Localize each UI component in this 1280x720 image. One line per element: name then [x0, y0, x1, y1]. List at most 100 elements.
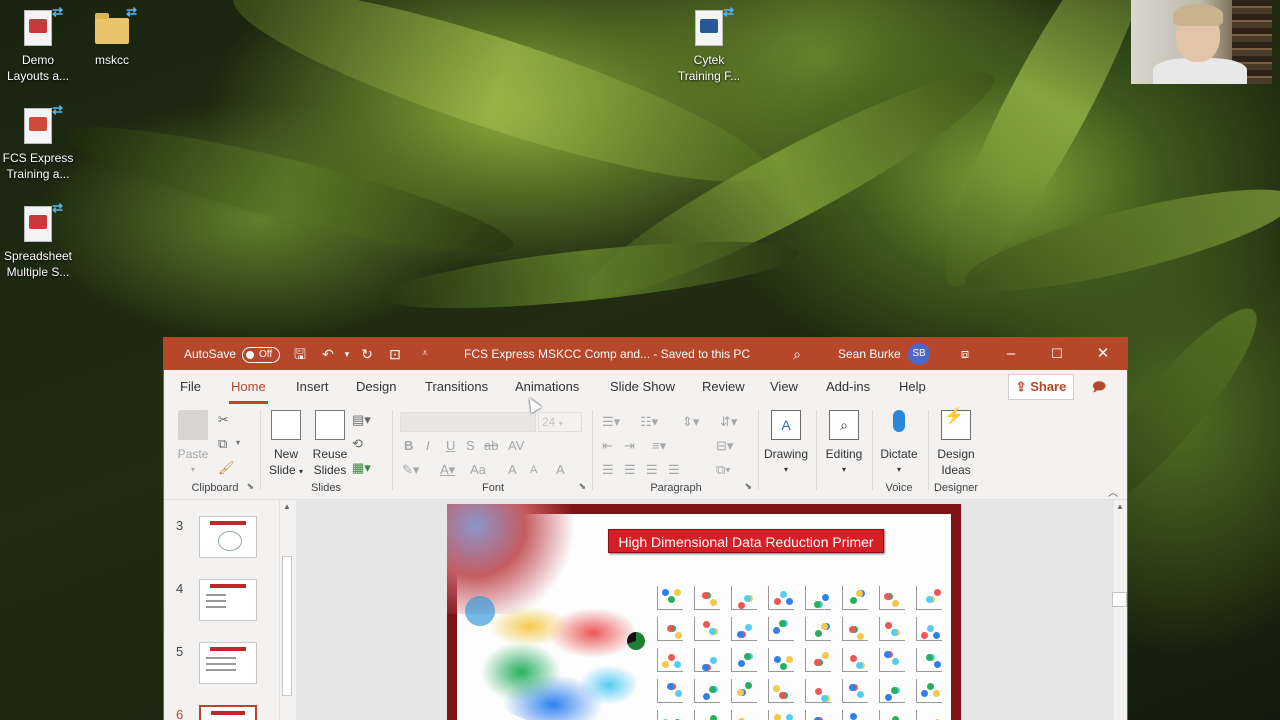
slide-thumbnail-pane: 3 4 5 6 ▲	[164, 500, 296, 720]
character-spacing-button[interactable]: AV	[508, 438, 524, 453]
bullets-icon[interactable]: ☰▾	[602, 414, 620, 430]
editing-button[interactable]: ⌕ Editing ▾	[820, 410, 868, 478]
tab-transitions[interactable]: Transitions	[425, 379, 488, 394]
slide-title[interactable]: High Dimensional Data Reduction Primer	[608, 529, 884, 553]
slide-thumbnail[interactable]	[199, 642, 257, 684]
reuse-slides-label-1: Reuse	[312, 447, 348, 461]
clear-formatting-button[interactable]: A	[556, 462, 565, 477]
mini-plot-dot	[786, 714, 793, 720]
italic-button[interactable]: I	[426, 438, 430, 453]
comments-button[interactable]: 🗩	[1082, 374, 1116, 400]
font-size-box[interactable]: 24 ▾	[538, 412, 582, 432]
tab-file[interactable]: File	[180, 379, 201, 394]
align-right-icon[interactable]: ☰	[646, 462, 658, 478]
slide-thumbnail-selected[interactable]	[199, 705, 257, 720]
line-spacing-icon[interactable]: ⇕▾	[682, 414, 699, 430]
mini-plot-dot	[703, 621, 710, 628]
tab-slide-show[interactable]: Slide Show	[610, 379, 675, 394]
bold-button[interactable]: B	[404, 438, 413, 453]
ribbon-tabs: File Home Insert Design Transitions Anim…	[164, 370, 1127, 404]
grow-font-button[interactable]: A	[508, 462, 517, 477]
scrollbar-thumb[interactable]	[282, 556, 292, 696]
reset-slide-icon[interactable]: ⟲	[352, 436, 363, 452]
desktop-icon-cytek-training[interactable]: ⇄ Cytek Training F...	[671, 4, 747, 84]
font-name-box[interactable]	[400, 412, 536, 432]
new-slide-button[interactable]: New Slide ▾	[266, 410, 306, 480]
thumbnail-scrollbar[interactable]: ▲	[279, 500, 293, 720]
current-slide[interactable]: High Dimensional Data Reduction Primer	[447, 504, 961, 720]
slide-thumbnail[interactable]	[199, 579, 257, 621]
increase-indent-icon[interactable]: ⇥	[624, 438, 635, 454]
design-ideas-button[interactable]: ⚡ Design Ideas	[930, 409, 982, 478]
paragraph-launcher-icon[interactable]: ⬊	[744, 481, 752, 492]
start-from-beginning-icon[interactable]: ⊡	[384, 338, 406, 370]
search-icon[interactable]: ⌕	[786, 338, 808, 370]
drawing-button[interactable]: A Drawing ▾	[762, 410, 810, 478]
user-avatar[interactable]: SB	[908, 343, 930, 365]
decrease-indent-icon[interactable]: ⇤	[602, 438, 613, 454]
mini-plot-thumbnail	[916, 648, 942, 672]
tab-review[interactable]: Review	[702, 379, 745, 394]
customize-toolbar-icon[interactable]: ⩡	[414, 338, 436, 370]
collapse-ribbon-icon[interactable]: ︿	[1108, 484, 1118, 499]
shadow-button[interactable]: S	[466, 438, 475, 453]
layout-icon[interactable]: ▤▾	[352, 412, 371, 428]
paste-button[interactable]: Paste ▾	[176, 410, 210, 478]
tab-add-ins[interactable]: Add-ins	[826, 379, 870, 394]
cut-icon[interactable]: ✂	[218, 412, 229, 428]
underline-button[interactable]: U	[446, 438, 455, 453]
save-icon[interactable]: 🖫	[289, 338, 311, 370]
scrollbar-thumb[interactable]	[1112, 592, 1127, 607]
align-center-icon[interactable]: ☰	[624, 462, 636, 478]
font-color-icon[interactable]: A▾	[440, 462, 455, 478]
desktop-icon-mskcc[interactable]: ⇄ mskcc	[74, 4, 150, 68]
undo-dropdown-icon[interactable]: ▾	[336, 338, 358, 370]
copy-dropdown-icon[interactable]: ▾	[236, 438, 240, 447]
desktop-icon-fcs-express-training[interactable]: ⇄ FCS Express Training a...	[0, 102, 76, 182]
thumbnail-row[interactable]: 6	[164, 705, 284, 720]
tab-home[interactable]: Home	[229, 379, 268, 404]
thumbnail-row[interactable]: 4	[164, 579, 284, 629]
slide-scrollbar[interactable]: ▲	[1112, 500, 1127, 720]
shrink-font-button[interactable]: A	[530, 464, 537, 476]
scroll-up-icon[interactable]: ▲	[1116, 502, 1124, 511]
ribbon-display-options-icon[interactable]: ⧈	[942, 338, 988, 370]
tab-design[interactable]: Design	[356, 379, 396, 394]
scroll-up-icon[interactable]: ▲	[283, 502, 291, 511]
mini-plot-thumbnail	[768, 648, 794, 672]
minimize-button[interactable]: –	[988, 338, 1034, 370]
tab-view[interactable]: View	[770, 379, 798, 394]
autosave-toggle[interactable]: Off	[242, 338, 280, 370]
reuse-slides-button[interactable]: Reuse Slides	[310, 410, 350, 478]
columns-icon[interactable]: ≡▾	[652, 438, 666, 454]
tab-animations[interactable]: Animations	[515, 379, 579, 394]
section-icon[interactable]: ▦▾	[352, 460, 371, 476]
thumbnail-row[interactable]: 3	[164, 516, 284, 566]
justify-icon[interactable]: ☰	[668, 462, 680, 478]
share-button[interactable]: ⇪ Share	[1008, 374, 1074, 400]
maximize-button[interactable]: ☐	[1034, 338, 1080, 370]
redo-icon[interactable]: ↻	[356, 338, 378, 370]
font-launcher-icon[interactable]: ⬊	[578, 481, 586, 492]
tab-insert[interactable]: Insert	[296, 379, 329, 394]
numbering-icon[interactable]: ☷▾	[640, 414, 658, 430]
highlight-icon[interactable]: ✎▾	[402, 462, 419, 478]
close-button[interactable]: ✕	[1080, 338, 1126, 370]
desktop-icon-spreadsheet[interactable]: ⇄ Spreadsheet Multiple S...	[0, 200, 76, 280]
align-text-icon[interactable]: ⊟▾	[716, 438, 733, 454]
thumbnail-row[interactable]: 5	[164, 642, 284, 692]
clipboard-launcher-icon[interactable]: ⬊	[246, 481, 254, 492]
mini-plot-thumbnail	[879, 679, 905, 703]
tab-help[interactable]: Help	[899, 379, 926, 394]
align-left-icon[interactable]: ☰	[602, 462, 614, 478]
text-direction-icon[interactable]: ⇵▾	[720, 414, 737, 430]
desktop-icon-demo-layouts[interactable]: ⇄ Demo Layouts a...	[0, 4, 76, 84]
strikethrough-button[interactable]: ab	[484, 438, 498, 453]
copy-icon[interactable]: ⧉	[218, 436, 227, 452]
smartart-icon[interactable]: ⧉▾	[716, 462, 731, 478]
slide-thumbnail[interactable]	[199, 516, 257, 558]
user-name[interactable]: Sean Burke	[838, 338, 901, 370]
change-case-button[interactable]: Aa	[470, 462, 486, 477]
format-painter-icon[interactable]: 🖌	[218, 460, 235, 476]
dictate-button[interactable]: Dictate ▾	[874, 410, 924, 478]
